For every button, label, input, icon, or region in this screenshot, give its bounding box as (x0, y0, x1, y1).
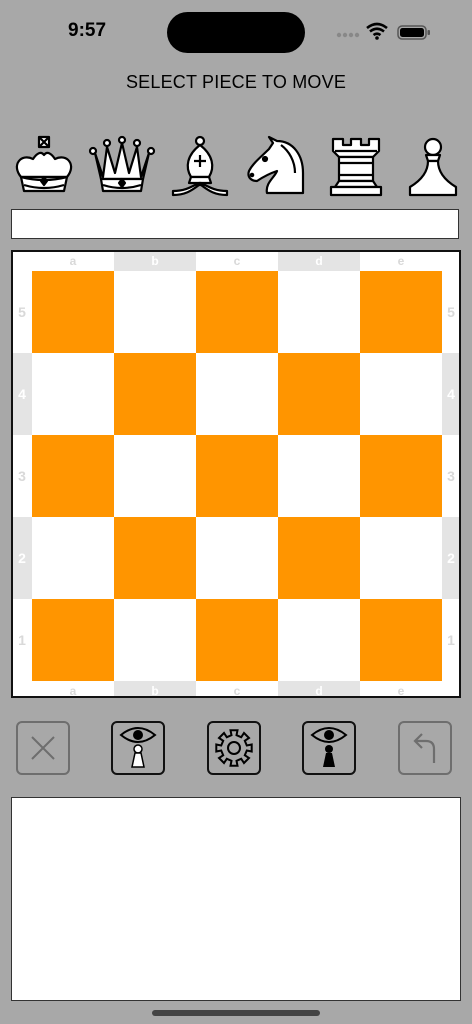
file-label: e (398, 254, 405, 268)
pawn-piece-icon[interactable] (398, 133, 468, 201)
rank-label: 4 (447, 386, 455, 402)
square-e1[interactable] (360, 599, 442, 681)
settings-button[interactable] (207, 721, 261, 775)
view-white-icon (119, 727, 157, 768)
square-d5[interactable] (278, 271, 360, 353)
move-input[interactable] (11, 209, 459, 239)
rank-label: 3 (447, 468, 455, 484)
square-b3[interactable] (114, 435, 196, 517)
square-a2[interactable] (32, 517, 114, 599)
rank-label: 2 (18, 550, 26, 566)
file-label: b (151, 254, 158, 268)
square-c4[interactable] (196, 353, 278, 435)
square-c3[interactable] (196, 435, 278, 517)
rank-label: 4 (18, 386, 26, 402)
rank-label: 5 (447, 304, 455, 320)
file-label: a (70, 254, 77, 268)
square-d4[interactable] (278, 353, 360, 435)
square-d3[interactable] (278, 435, 360, 517)
square-a4[interactable] (32, 353, 114, 435)
undo-icon (413, 733, 436, 763)
square-c2[interactable] (196, 517, 278, 599)
file-label: b (151, 684, 158, 696)
rook-piece-icon[interactable] (321, 133, 391, 201)
square-d2[interactable] (278, 517, 360, 599)
rank-label: 1 (447, 632, 455, 648)
undo-button[interactable] (398, 721, 452, 775)
square-b5[interactable] (114, 271, 196, 353)
close-icon (31, 736, 55, 760)
view-black-icon (310, 727, 348, 767)
square-e3[interactable] (360, 435, 442, 517)
square-a5[interactable] (32, 271, 114, 353)
dynamic-island (167, 12, 305, 53)
view-white-button[interactable] (111, 721, 165, 775)
file-label: d (315, 254, 322, 268)
square-e4[interactable] (360, 353, 442, 435)
square-e5[interactable] (360, 271, 442, 353)
rank-label: 1 (18, 632, 26, 648)
status-icons (334, 22, 434, 42)
file-label: a (70, 684, 77, 696)
close-button[interactable] (16, 721, 70, 775)
battery-icon (397, 25, 430, 40)
settings-icon (215, 729, 253, 767)
chess-board: a a b b c c d d e e 5 5 4 4 3 3 2 2 1 1 (11, 250, 461, 698)
signal-icon (336, 22, 430, 40)
home-indicator[interactable] (152, 1010, 320, 1016)
square-c5[interactable] (196, 271, 278, 353)
queen-piece-icon[interactable] (87, 133, 157, 201)
square-c1[interactable] (196, 599, 278, 681)
bishop-piece-icon[interactable] (165, 133, 235, 201)
square-b4[interactable] (114, 353, 196, 435)
status-time: 9:57 (68, 20, 107, 41)
view-black-button[interactable] (302, 721, 356, 775)
file-label: c (234, 684, 241, 696)
square-b1[interactable] (114, 599, 196, 681)
square-a1[interactable] (32, 599, 114, 681)
file-label: e (398, 684, 405, 696)
square-e2[interactable] (360, 517, 442, 599)
file-label: c (234, 254, 241, 268)
square-b2[interactable] (114, 517, 196, 599)
rank-label: 3 (18, 468, 26, 484)
rank-label: 5 (18, 304, 26, 320)
knight-piece-icon[interactable] (243, 133, 313, 201)
file-label: d (315, 684, 322, 696)
square-a3[interactable] (32, 435, 114, 517)
board-grid: a a b b c c d d e e 5 5 4 4 3 3 2 2 1 1 (13, 252, 459, 696)
rank-label: 2 (447, 550, 455, 566)
page-title: SELECT PIECE TO MOVE (125, 72, 347, 92)
wifi-icon (366, 22, 388, 40)
square-d1[interactable] (278, 599, 360, 681)
king-piece-icon[interactable] (9, 133, 79, 201)
move-log[interactable] (11, 797, 461, 1001)
